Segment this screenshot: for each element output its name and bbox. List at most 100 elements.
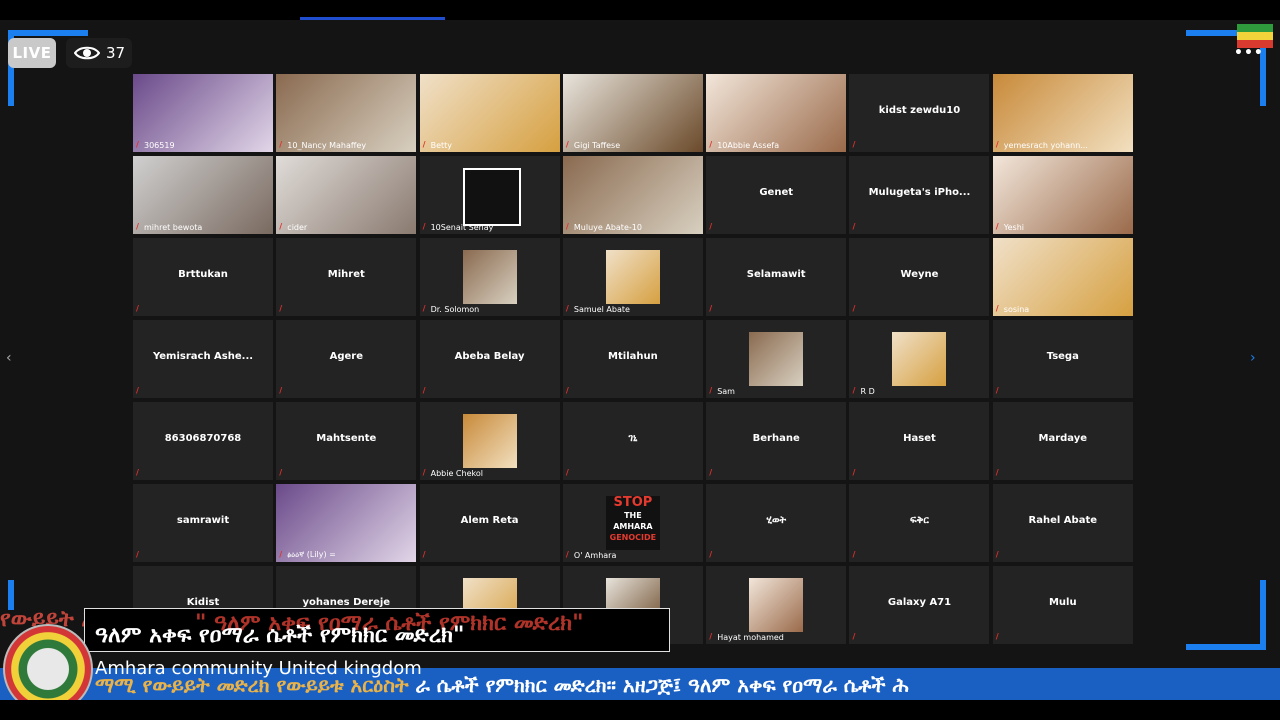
participant-tile[interactable]: / 10Senait Senay <box>419 156 560 234</box>
participant-label: Samuel Abate <box>573 305 630 314</box>
participant-avatar-image <box>605 250 660 304</box>
participant-name: samrawit <box>176 515 230 526</box>
more-options-icon[interactable]: ••• <box>1234 45 1264 61</box>
participant-tile[interactable]: / mihret bewota <box>133 156 273 234</box>
live-badge: LIVE <box>8 38 56 68</box>
participant-label: Gigi Taffese <box>573 141 621 150</box>
bottom-bar <box>0 700 1280 720</box>
participant-name: Rahel Abate <box>1028 515 1098 526</box>
participant-name: kidst zewdu10 <box>878 105 961 116</box>
participant-tile[interactable]: Mtilahun / <box>562 320 703 398</box>
participant-name: ገኒ <box>628 433 638 444</box>
mic-muted-icon: / <box>422 140 426 149</box>
mic-muted-icon: / <box>565 468 569 477</box>
participant-label: Yeshi <box>1003 223 1024 232</box>
mic-muted-icon: / <box>279 140 283 149</box>
mic-muted-icon: / <box>136 550 139 559</box>
participant-name: 86306870768 <box>164 433 242 444</box>
participant-tile[interactable]: / Betty <box>419 74 560 152</box>
participant-name: Abeba Belay <box>454 351 525 362</box>
participant-tile[interactable]: / Sam <box>706 320 847 398</box>
participant-tile[interactable]: / Muluye Abate-10 <box>562 156 703 234</box>
participant-name: Mahtsente <box>316 433 377 444</box>
participant-tile[interactable]: / ፅዕዕኛ (Lily) = <box>276 484 417 562</box>
participant-name: ሂወት <box>766 515 787 526</box>
participant-tile[interactable]: Yemisrach Ashe... / <box>133 320 273 398</box>
participant-label: Dr. Solomon <box>430 305 480 314</box>
participant-tile[interactable]: samrawit / <box>133 484 273 562</box>
participant-tile[interactable]: / Yeshi <box>992 156 1133 234</box>
participant-name: Weyne <box>900 269 939 280</box>
participant-tile[interactable]: / 306519 <box>133 74 273 152</box>
mic-muted-icon: / <box>279 386 283 395</box>
participant-tile[interactable]: / Hayat mohamed <box>706 566 847 644</box>
participant-tile[interactable]: Brttukan / <box>133 238 273 316</box>
participant-tile[interactable]: Mardaye / <box>992 402 1133 480</box>
participant-tile[interactable]: 86306870768 / <box>133 402 273 480</box>
participant-tile[interactable]: ፍቅር / <box>849 484 990 562</box>
participant-tile[interactable]: Mihret / <box>276 238 417 316</box>
participant-tile[interactable]: Mulugeta's iPho... / <box>849 156 990 234</box>
participant-tile[interactable]: Mulu / <box>992 566 1133 644</box>
participant-tile[interactable]: ገኒ / <box>562 402 703 480</box>
viewer-count-badge: 37 <box>66 38 132 68</box>
participant-tile[interactable]: / Abbie Chekol <box>419 402 560 480</box>
mic-muted-icon: / <box>422 222 426 231</box>
participant-tile[interactable]: / 10_Nancy Mahaffey <box>276 74 417 152</box>
participant-tile[interactable]: / Gigi Taffese <box>562 74 703 152</box>
participant-label: Betty <box>430 141 453 150</box>
participant-avatar-image <box>749 578 804 632</box>
eye-icon <box>74 46 100 60</box>
participant-tile[interactable]: Agere / <box>276 320 417 398</box>
participant-tile[interactable]: STOP THE AMHARA GENOCIDE / O' Amhara <box>562 484 703 562</box>
participant-tile[interactable]: Berhane / <box>706 402 847 480</box>
participant-tile[interactable]: Haset / <box>849 402 990 480</box>
mic-muted-icon: / <box>136 468 139 477</box>
participant-tile[interactable]: / Dr. Solomon <box>419 238 560 316</box>
participant-tile[interactable]: Rahel Abate / <box>992 484 1133 562</box>
participant-tile[interactable]: Abeba Belay / <box>419 320 560 398</box>
mic-muted-icon: / <box>995 304 999 313</box>
participant-tile[interactable]: / cider <box>276 156 417 234</box>
participant-tile[interactable]: / 10Abbie Assefa <box>706 74 847 152</box>
prev-page-arrow[interactable]: ‹ <box>6 350 16 370</box>
mic-muted-icon: / <box>709 386 713 395</box>
participant-name: Mihret <box>327 269 365 280</box>
participant-tile[interactable]: Tsega / <box>992 320 1133 398</box>
participant-tile[interactable]: / sosina <box>992 238 1133 316</box>
participant-tile[interactable]: / Samuel Abate <box>562 238 703 316</box>
mic-muted-icon: / <box>995 222 999 231</box>
participant-label: Sam <box>717 387 735 396</box>
stop-sign-line1: STOP <box>613 495 653 510</box>
mic-muted-icon: / <box>422 468 426 477</box>
mic-muted-icon: / <box>852 386 856 395</box>
title-text: ዓለም አቀፍ የዐማራ ሴቶች የምክክር መድረክ" <box>95 623 465 648</box>
participant-tile[interactable]: ሂወት / <box>706 484 847 562</box>
mic-muted-icon: / <box>709 632 713 641</box>
frame-corner-bottom-left <box>8 580 34 610</box>
next-page-arrow[interactable]: › <box>1250 350 1260 370</box>
mic-muted-icon: / <box>709 550 713 559</box>
participant-tile[interactable]: Selamawit / <box>706 238 847 316</box>
participant-tile[interactable]: Galaxy A71 / <box>849 566 990 644</box>
participant-tile[interactable]: kidst zewdu10 / <box>849 74 990 152</box>
participant-label: O' Amhara <box>573 551 617 560</box>
mic-muted-icon: / <box>852 632 856 641</box>
participant-tile[interactable]: Mahtsente / <box>276 402 417 480</box>
participant-name: Yemisrach Ashe... <box>152 351 254 362</box>
participant-tile[interactable]: / R D <box>849 320 990 398</box>
mic-muted-icon: / <box>995 632 999 641</box>
participant-tile[interactable]: Weyne / <box>849 238 990 316</box>
mic-muted-icon: / <box>709 304 713 313</box>
participant-avatar-image <box>749 332 804 386</box>
participant-tile[interactable]: Genet / <box>706 156 847 234</box>
top-bar <box>0 0 1280 20</box>
participant-tile[interactable]: / yemesrach yohann... <box>992 74 1133 152</box>
participant-tile[interactable]: Alem Reta / <box>419 484 560 562</box>
participant-name: Brttukan <box>178 269 228 280</box>
title-banner: " ዓለም አቀፍ የዐማራ ሴቶች የምክክር መድረክ" ዓለም አቀፍ የ… <box>84 608 670 652</box>
participant-label: cider <box>287 223 308 232</box>
participant-avatar-image <box>462 250 517 304</box>
participant-label: 10_Nancy Mahaffey <box>287 141 367 150</box>
stop-sign-line4: GENOCIDE <box>609 533 657 542</box>
